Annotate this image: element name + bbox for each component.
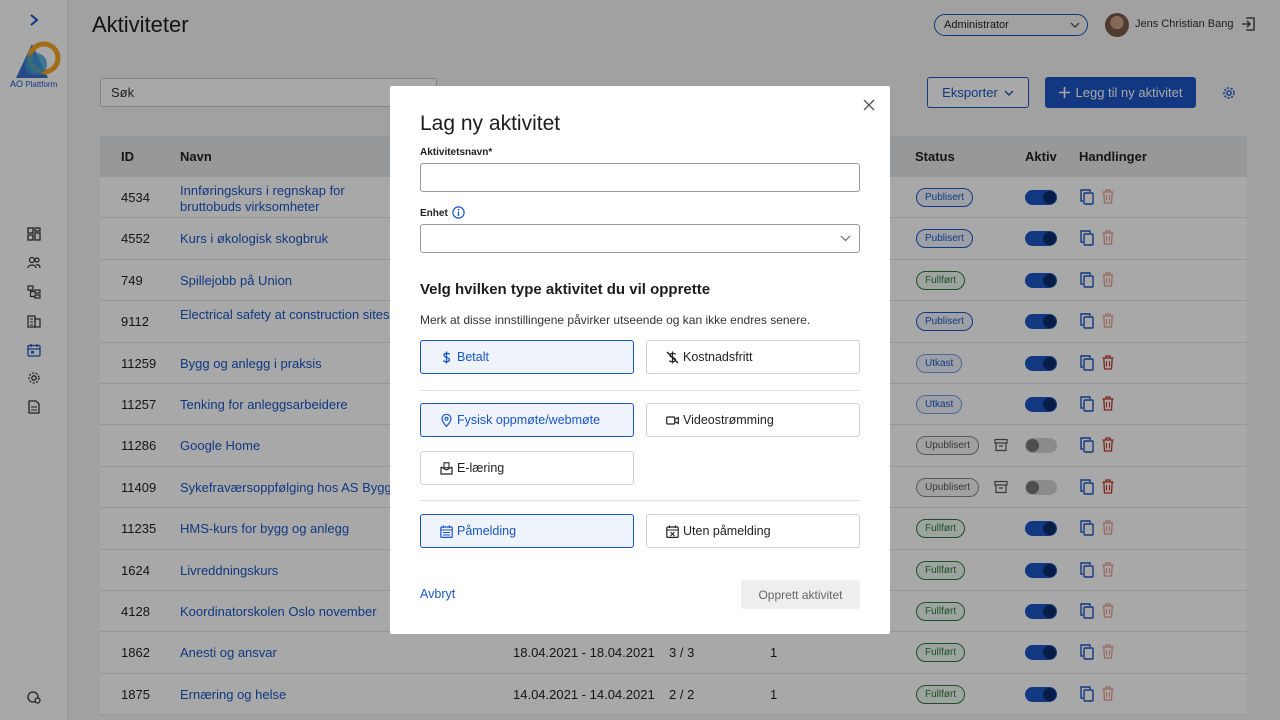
option-no-signup[interactable]: Uten påmelding (646, 514, 860, 548)
option-video[interactable]: Videostrømming (646, 403, 860, 437)
option-physical[interactable]: Fysisk oppmøte/webmøte (420, 403, 634, 437)
unit-select[interactable] (420, 224, 860, 253)
unit-label: Enhet (420, 208, 448, 219)
create-activity-button[interactable]: Opprett aktivitet (741, 580, 860, 609)
option-physical-label: Fysisk oppmøte/webmøte (457, 413, 601, 427)
close-icon[interactable] (862, 98, 876, 112)
calendar-list-icon (440, 525, 453, 538)
elearning-icon (440, 461, 453, 475)
dollar-icon (442, 351, 451, 363)
location-pin-icon (441, 413, 452, 427)
option-signup[interactable]: Påmelding (420, 514, 634, 548)
calendar-x-icon (666, 525, 679, 538)
option-elearning[interactable]: E-læring (420, 451, 634, 485)
option-no-signup-label: Uten påmelding (683, 524, 771, 538)
activity-name-field[interactable] (420, 163, 860, 192)
divider (420, 500, 860, 501)
option-paid-label: Betalt (457, 350, 489, 364)
option-free-label: Kostnadsfritt (683, 350, 753, 364)
option-free[interactable]: Kostnadsfritt (646, 340, 860, 374)
type-heading: Velg hvilken type aktivitet du vil oppre… (420, 281, 711, 298)
activity-name-label: Aktivitetsnavn* (420, 147, 493, 158)
cancel-button[interactable]: Avbryt (420, 587, 455, 601)
option-elearning-label: E-læring (457, 461, 505, 475)
dialog-title: Lag ny aktivitet (420, 112, 561, 135)
divider (420, 390, 860, 391)
option-paid[interactable]: Betalt (420, 340, 634, 374)
chevron-down-icon (840, 235, 851, 242)
video-camera-icon (666, 415, 679, 425)
type-note: Merk at disse innstillingene påvirker ut… (420, 313, 811, 327)
option-signup-label: Påmelding (457, 524, 517, 538)
create-activity-dialog: Lag ny aktivitet Aktivitetsnavn* Enhet V… (390, 86, 890, 634)
info-icon[interactable] (452, 206, 465, 219)
option-video-label: Videostrømming (683, 413, 774, 427)
no-dollar-icon (666, 351, 679, 363)
